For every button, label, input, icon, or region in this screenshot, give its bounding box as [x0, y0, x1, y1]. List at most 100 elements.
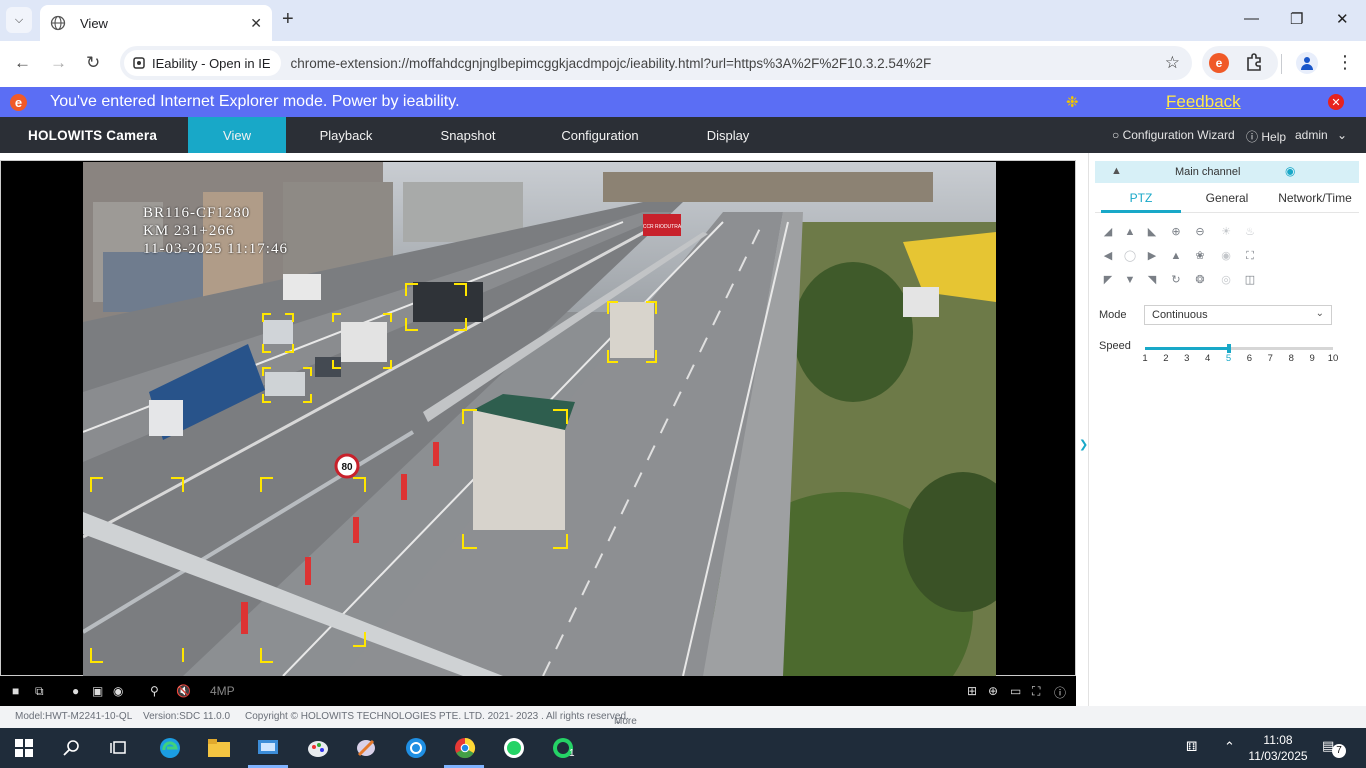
browser-tab-view[interactable]: View ✕ — [40, 5, 272, 41]
tray-chevron-up-icon[interactable]: ⌃ — [1224, 739, 1235, 755]
collapse-panel-handle[interactable]: ❯ — [1079, 438, 1088, 451]
configuration-wizard-link[interactable]: ○ Configuration Wizard — [1112, 128, 1235, 142]
tab-ptz[interactable]: PTZ — [1101, 191, 1181, 205]
aspect-ratio-icon[interactable]: ▭ — [1010, 684, 1021, 698]
rotate-icon[interactable]: ↻ — [1167, 271, 1185, 289]
wiper-icon[interactable]: ☀ — [1217, 223, 1235, 241]
close-window-icon[interactable]: ✕ — [1336, 10, 1349, 28]
whatsapp-business-icon[interactable]: 1 — [551, 736, 575, 760]
nav-tab-configuration[interactable]: Configuration — [550, 117, 650, 153]
focus-near-icon[interactable]: ❀ — [1191, 247, 1209, 265]
speed-slider[interactable] — [1145, 344, 1333, 353]
address-bar[interactable]: IEability - Open in IE chrome-extension:… — [120, 46, 1192, 80]
minimize-icon[interactable]: — — [1244, 10, 1259, 27]
record-icon[interactable]: ● — [72, 684, 79, 698]
pan-down-icon[interactable]: ▼ — [1121, 271, 1139, 289]
remote-desktop-icon[interactable] — [404, 736, 428, 760]
mode-label: Mode — [1099, 309, 1127, 321]
ieability-extension-icon[interactable]: e — [1209, 53, 1229, 73]
one-key-icon[interactable]: ◎ — [1217, 271, 1235, 289]
mode-select[interactable]: Continuous ⌄ — [1144, 305, 1332, 325]
chevron-down-icon: ⌵ — [14, 13, 24, 26]
page-footer: Model:HWT-M2241-10-QL Version:SDC 11.0.0… — [0, 706, 1366, 728]
sd-icon[interactable]: ▣ — [92, 684, 103, 698]
restore-icon[interactable]: ❐ — [1290, 10, 1303, 28]
nav-tab-snapshot[interactable]: Snapshot — [418, 117, 518, 153]
windows-start-icon[interactable] — [12, 736, 36, 760]
fullscreen-icon[interactable]: ⛶ — [1032, 684, 1040, 699]
stop-icon[interactable]: ■ — [12, 684, 19, 698]
whatsapp-icon[interactable] — [502, 736, 526, 760]
zoom-out-icon[interactable]: ⊖ — [1191, 223, 1209, 241]
close-tab-icon[interactable]: ✕ — [250, 15, 262, 32]
feedback-link[interactable]: Feedback — [1166, 92, 1241, 112]
pan-up-right-icon[interactable]: ◣ — [1143, 223, 1161, 241]
taskbar-clock[interactable]: 11:08 11/03/2025 — [1248, 732, 1308, 764]
heater-icon[interactable]: ♨ — [1241, 223, 1259, 241]
info-icon[interactable]: ⓘ — [1054, 684, 1066, 701]
light-icon[interactable]: ◉ — [1217, 247, 1235, 265]
task-view-icon[interactable] — [107, 736, 131, 760]
file-explorer-icon[interactable] — [207, 736, 231, 760]
extension-icon — [133, 57, 145, 69]
people-icon[interactable]: ⚅ — [1186, 739, 1197, 755]
edge-icon[interactable] — [158, 736, 182, 760]
browser-menu-icon[interactable]: ⋮ — [1336, 52, 1354, 73]
home-position-icon[interactable]: ◯ — [1121, 247, 1139, 265]
pan-up-icon[interactable]: ▲ — [1121, 223, 1139, 241]
user-menu[interactable]: admin ⌄ — [1295, 128, 1347, 142]
close-banner-icon[interactable]: ✕ — [1328, 94, 1344, 110]
camera-live-view[interactable]: CCR RIODUTRA 80 BR116-CF1280 KM 231+266 … — [83, 162, 996, 676]
paint-3d-icon[interactable] — [354, 736, 378, 760]
camera-snapshot-icon[interactable]: ◉ — [113, 684, 123, 698]
speed-slider-thumb[interactable] — [1226, 344, 1231, 353]
url-text[interactable]: chrome-extension://moffahdcgnjnglbepimcg… — [291, 56, 932, 71]
auto-focus-icon[interactable]: ⛶ — [1241, 247, 1259, 265]
ie-mode-chip[interactable]: IEability - Open in IE — [124, 50, 281, 76]
mode-value: Continuous — [1152, 309, 1208, 321]
help-link[interactable]: ⓘ Help — [1246, 128, 1286, 145]
control-panel-icon[interactable] — [256, 736, 280, 760]
iris-icon[interactable]: ❂ — [1191, 271, 1209, 289]
crop-icon[interactable]: ⊞ — [967, 684, 977, 698]
bookmark-star-icon[interactable]: ☆ — [1165, 53, 1180, 73]
channel-bar: ▲ Main channel ◉ — [1095, 161, 1359, 183]
bug-icon[interactable]: ❉ — [1066, 93, 1079, 111]
eye-icon[interactable]: ◉ — [1285, 164, 1295, 178]
zoom-icon[interactable]: ⊕ — [988, 684, 998, 698]
paint-icon[interactable] — [306, 736, 330, 760]
pan-down-right-icon[interactable]: ◥ — [1143, 271, 1161, 289]
tab-network-time[interactable]: Network/Time — [1271, 191, 1359, 205]
pan-right-icon[interactable]: ▶ — [1143, 247, 1161, 265]
focus-far-icon[interactable]: ▲ — [1167, 247, 1185, 265]
microphone-icon[interactable]: ⚲ — [150, 684, 159, 698]
notification-center-icon[interactable]: ▤ 7 — [1322, 738, 1346, 758]
speed-tick-9: 9 — [1309, 353, 1315, 364]
profile-avatar[interactable] — [1296, 52, 1318, 74]
nav-tab-view[interactable]: View — [188, 117, 286, 153]
nav-tab-playback[interactable]: Playback — [296, 117, 396, 153]
forward-icon[interactable]: → — [50, 53, 67, 73]
ie-mode-banner: e You've entered Internet Explorer mode.… — [0, 87, 1366, 117]
zoom-in-icon[interactable]: ⊕ — [1167, 223, 1185, 241]
app-header: HOLOWITS Camera View Playback Snapshot C… — [0, 117, 1366, 153]
tab-general[interactable]: General — [1187, 191, 1267, 205]
pan-down-left-icon[interactable]: ◤ — [1099, 271, 1117, 289]
search-icon[interactable] — [60, 736, 84, 760]
nav-tab-display[interactable]: Display — [678, 117, 778, 153]
pan-left-icon[interactable]: ◀ — [1099, 247, 1117, 265]
reload-icon[interactable]: ↻ — [86, 53, 100, 73]
back-icon[interactable]: ← — [14, 53, 31, 73]
person-icon — [1301, 57, 1313, 70]
mute-icon[interactable]: 🔇 — [176, 684, 191, 698]
speed-tick-6: 6 — [1246, 353, 1253, 364]
layout-icon[interactable]: ⧉ — [35, 684, 44, 699]
new-tab-button[interactable]: + — [282, 9, 294, 29]
puzzle-icon[interactable] — [1244, 52, 1264, 72]
tab-title: View — [80, 15, 108, 31]
live-video-panel[interactable]: CCR RIODUTRA 80 BR116-CF1280 KM 231+266 … — [0, 160, 1076, 676]
tab-list-button[interactable]: ⌵ — [6, 7, 32, 33]
3d-position-icon[interactable]: ◫ — [1241, 271, 1259, 289]
chrome-icon[interactable] — [453, 736, 477, 760]
pan-up-left-icon[interactable]: ◢ — [1099, 223, 1117, 241]
